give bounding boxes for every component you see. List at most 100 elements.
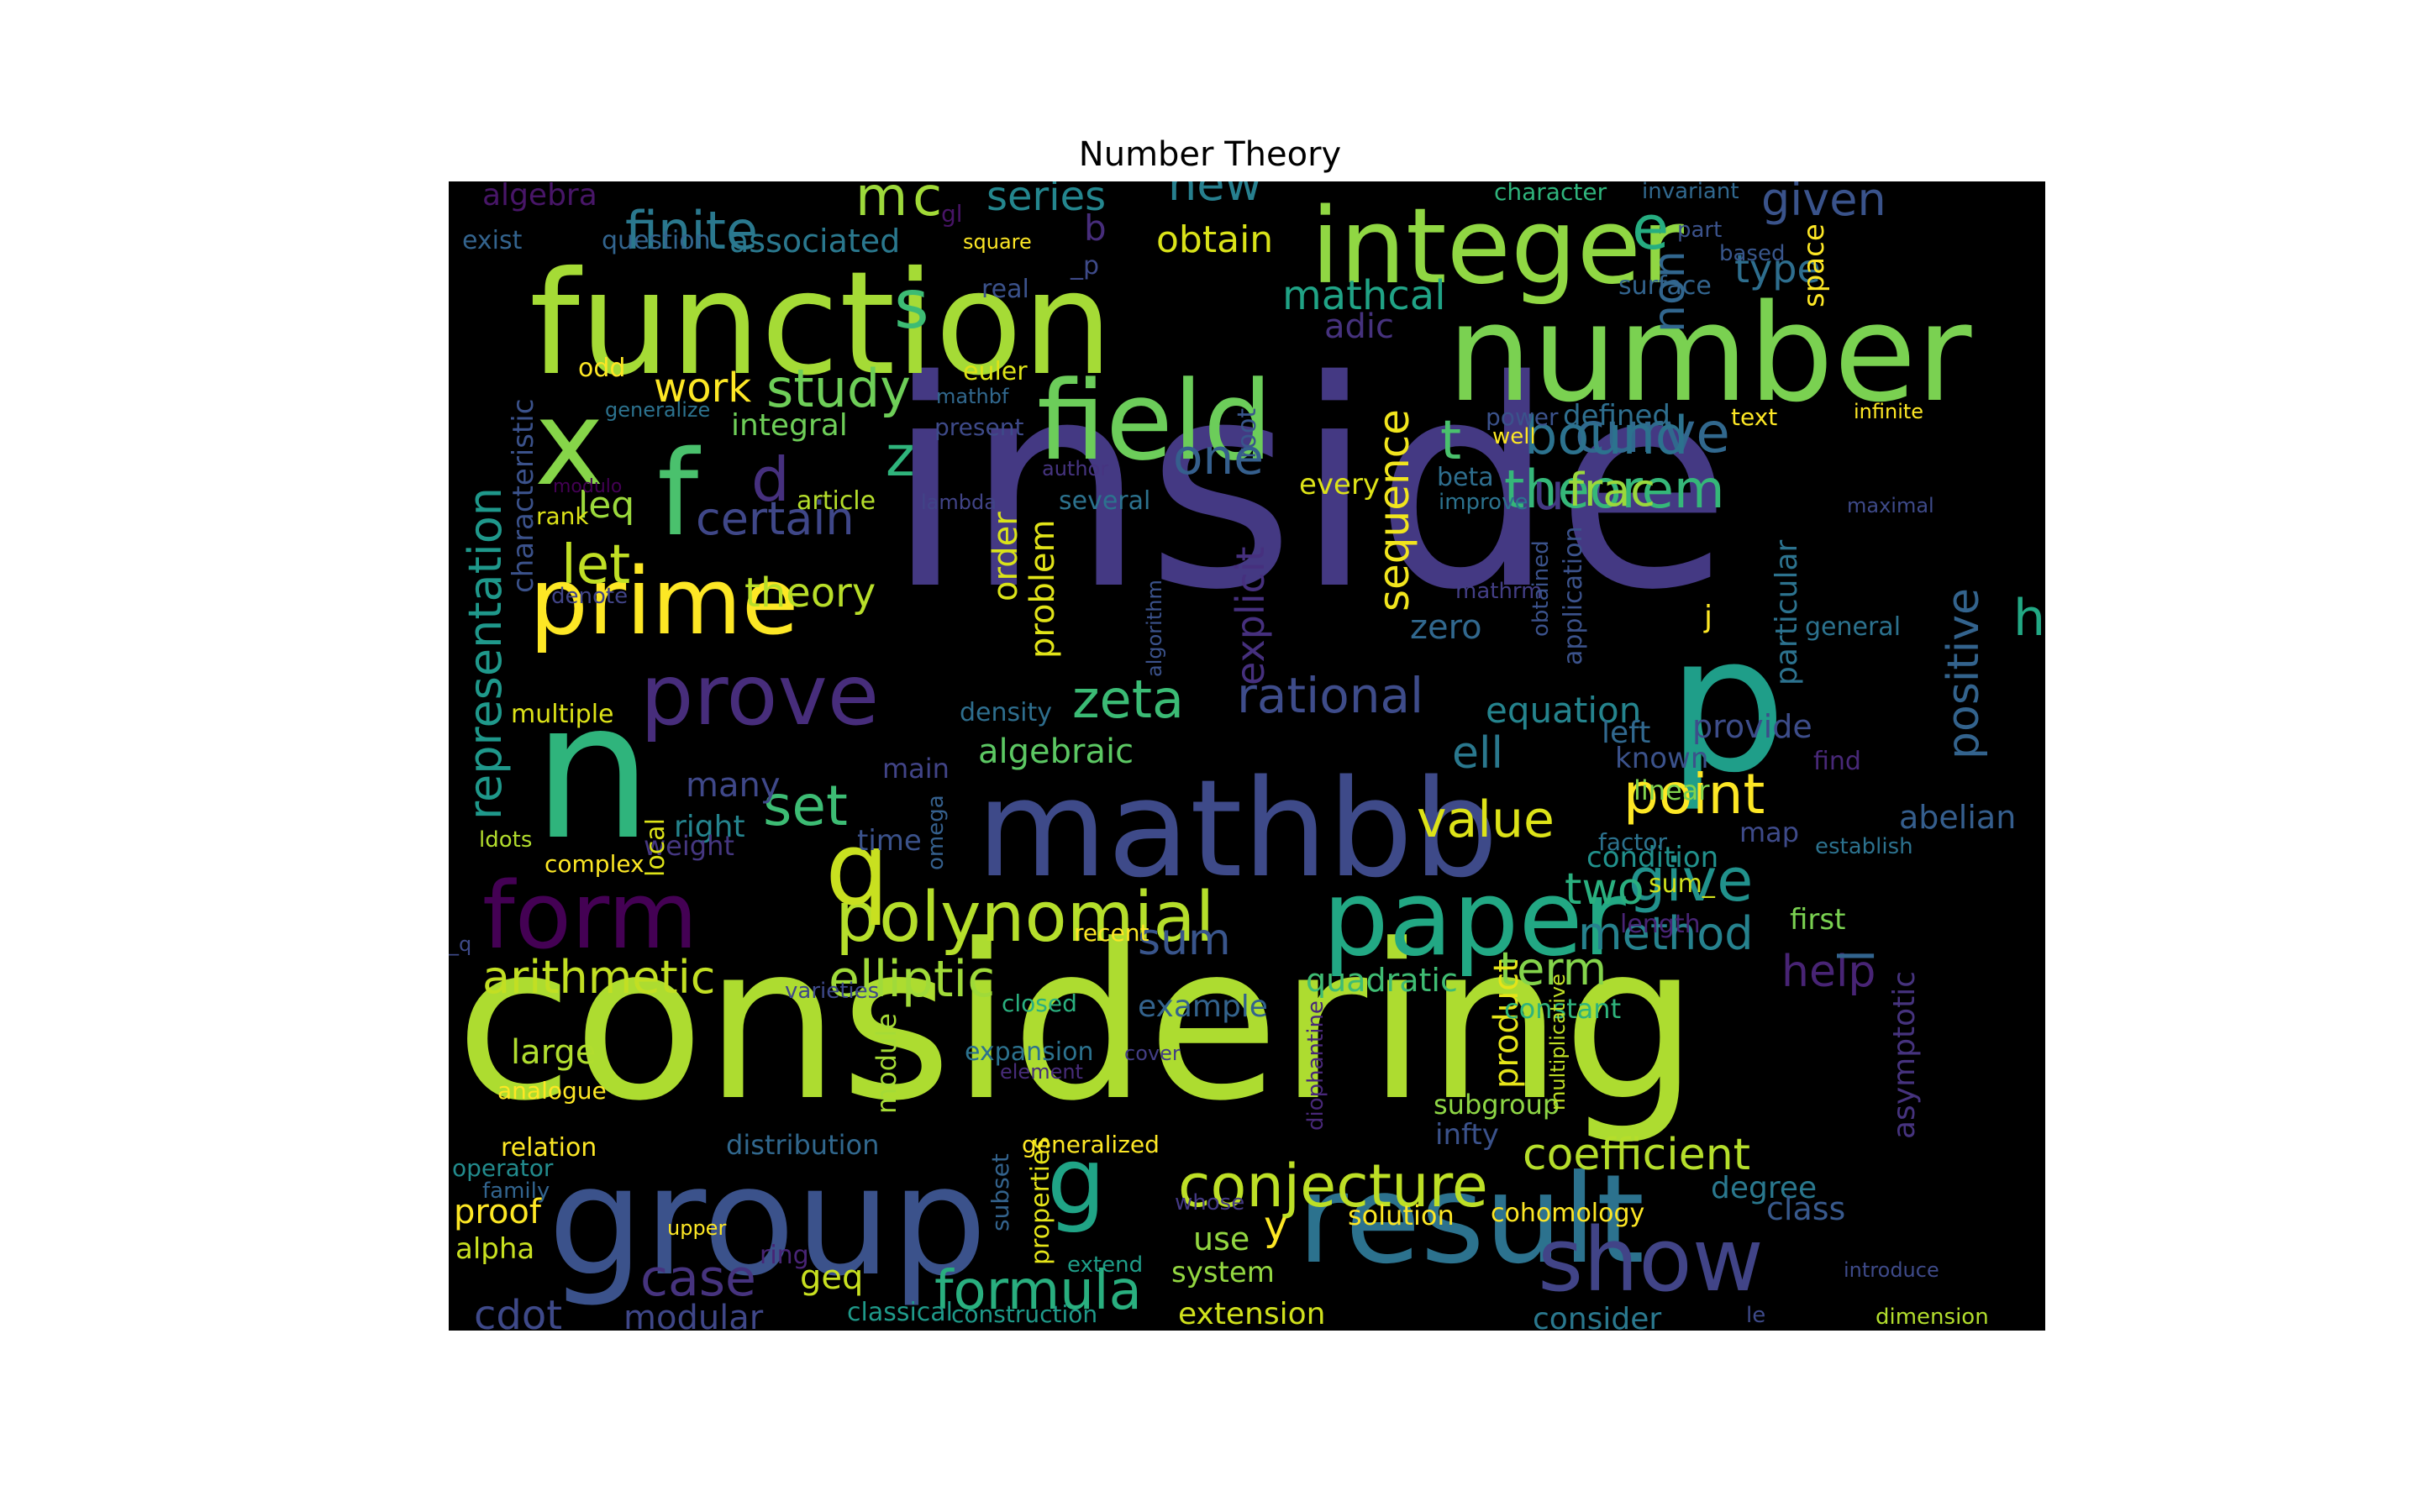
word-time: time [857,824,922,858]
word-z: z [886,424,915,489]
word-problem: problem [1023,519,1062,659]
word-based: based [1719,241,1785,266]
word-uq: _q [449,932,471,956]
word-upper: upper [667,1216,726,1240]
word-u: u [1533,463,1565,522]
word-square: square [963,230,1032,254]
word-sumu: sum_ [1649,869,1716,899]
word-generalized: generalized [1022,1131,1160,1158]
word-factor: factor [1598,828,1668,856]
word-whose: whose [1175,1190,1244,1215]
word-mathbf: mathbf [936,385,1009,408]
word-several: several [1059,486,1150,516]
word-infty: infty [1435,1118,1499,1152]
word-j: j [1703,600,1712,634]
word-given: given [1761,181,1886,226]
word-algebraic: algebraic [978,732,1134,771]
word-many: many [686,766,781,805]
word-present: present [934,413,1023,441]
word-local: local [641,818,671,877]
word-new: new [1168,181,1262,211]
word-euler: euler [963,357,1028,386]
word-prove: prove [640,646,879,744]
word-abelian: abelian [1899,799,2016,836]
word-denote: denote [551,584,628,609]
word-character: character [1494,181,1607,206]
word-dimension: dimension [1876,1305,1989,1330]
word-root: root [1233,408,1262,459]
word-establish: establish [1815,834,1913,859]
word-subset: subset [986,1153,1014,1231]
word-n: n [533,662,653,882]
word-family: family [482,1179,550,1204]
word-part: part [1677,218,1722,243]
word-cdot: cdot [474,1292,562,1331]
word-main: main [882,753,950,785]
word-varieties: varieties [785,979,879,1004]
word-representation: representation [459,487,512,820]
word-element: element [1000,1060,1083,1084]
word-closed: closed [1002,990,1077,1017]
word-odd: odd [578,354,625,383]
word-use: use [1193,1221,1249,1257]
word-zeta: zeta [1072,669,1184,730]
word-value: value [1417,790,1555,849]
word-maximal: maximal [1847,494,1934,517]
word-every: every [1299,468,1380,501]
word-cloud: insideconsideringfunction numbermathbbgro… [449,181,2045,1331]
word-recent: recent [1074,919,1149,947]
word-map: map [1739,816,1799,848]
word-order: order [986,512,1025,601]
word-obtained: obtained [1528,540,1554,637]
word-invariant: invariant [1642,181,1739,204]
word-b: b [1084,207,1107,249]
word-rank: rank [536,502,589,530]
word-lambda: lambda [921,491,997,514]
word-application: application [1559,527,1588,665]
word-m: m [855,181,908,228]
word-analogue: analogue [497,1077,607,1105]
word-construction: construction [951,1300,1097,1328]
word-provide: provide [1692,708,1812,745]
word-up: _p [1070,251,1099,281]
word-particular: particular [1770,539,1804,685]
word-introduce: introduce [1844,1258,1939,1282]
word-zero: zero [1410,608,1482,647]
word-ldots: ldots [479,827,532,853]
word-integral: integral [731,408,848,443]
word-find: find [1813,747,1861,776]
word-ring: ring [760,1241,809,1270]
word-example: example [1138,990,1268,1024]
word-frac: frac [1568,464,1655,517]
word-h: h [2013,589,2045,648]
word-class: class [1766,1190,1845,1227]
word-length: length [1620,910,1701,939]
word-f: f [657,426,701,563]
word-quadratic: quadratic [1306,962,1458,999]
word-consider: consider [1533,1302,1661,1331]
word-sum: sum [1138,915,1231,965]
word-exist: exist [462,226,523,255]
word-improve: improve [1439,490,1528,515]
word-classical: classical [847,1298,953,1327]
word-left: left [1602,716,1650,750]
word-obtain: obtain [1156,218,1273,261]
word-generalize: generalize [605,398,710,422]
word-extend: extend [1067,1252,1143,1278]
word-arithmetic: arithmetic [482,951,715,1004]
word-multiple: multiple [511,700,614,729]
word-theory: theory [744,570,876,617]
word-question: question [602,226,711,255]
word-diophantine: diophantine [1303,1000,1328,1131]
word-article: article [797,486,876,516]
word-omega: omega [923,795,949,870]
word-defined: defined [1563,399,1670,433]
word-cover: cover [1124,1042,1181,1065]
word-positive: positive [1939,588,1989,759]
word-geq: geq [800,1258,863,1297]
word-surface: surface [1618,271,1712,301]
word-infinite: infinite [1854,400,1923,423]
word-module: module [871,1013,902,1114]
word-text: text [1731,403,1777,431]
word-explicit: explicit [1228,546,1273,685]
